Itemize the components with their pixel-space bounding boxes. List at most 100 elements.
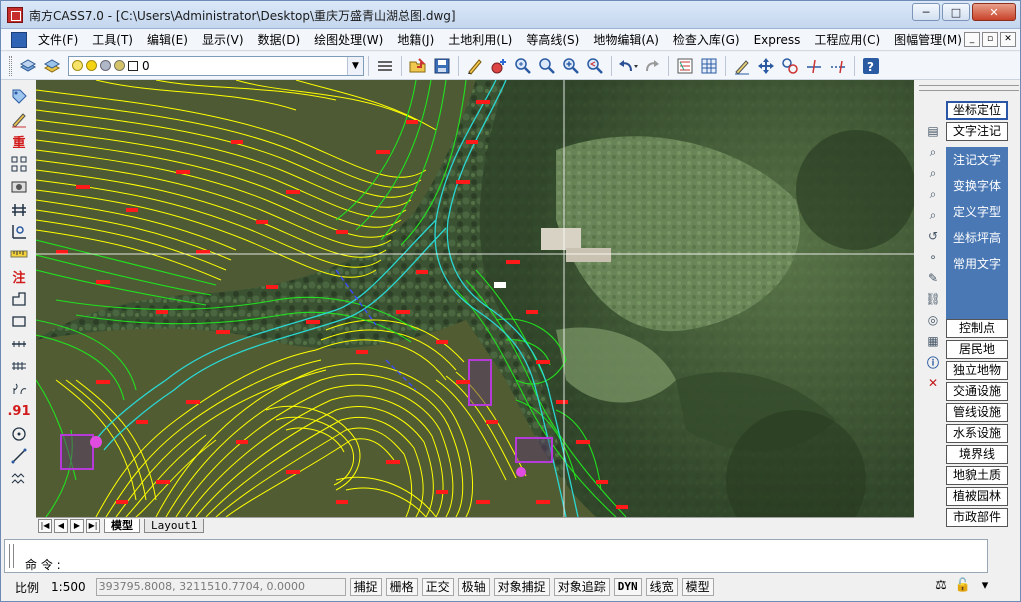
vegetation-button[interactable]: 植被园林	[946, 487, 1008, 506]
tower-icon[interactable]	[7, 198, 31, 220]
submenu-item-coord-height[interactable]: 坐标坪高	[946, 225, 1008, 251]
pipeline-button[interactable]: 管线设施	[946, 403, 1008, 422]
annotation-scale-icon[interactable]: ⚖	[932, 577, 950, 595]
calculator-icon[interactable]: ▦	[923, 331, 943, 351]
fence-icon[interactable]	[7, 333, 31, 355]
layer-state-icon[interactable]	[41, 55, 63, 77]
model-toggle[interactable]: 模型	[681, 578, 714, 596]
trim-line-icon[interactable]	[803, 55, 825, 77]
dyn-toggle[interactable]: DYN	[613, 578, 642, 596]
line-segment-icon[interactable]	[7, 445, 31, 467]
redo-icon[interactable]	[641, 55, 663, 77]
save-icon[interactable]	[431, 55, 453, 77]
command-grip[interactable]	[9, 544, 14, 568]
lineweight-toggle[interactable]: 线宽	[645, 578, 678, 596]
edit-pen-icon[interactable]	[731, 55, 753, 77]
info-icon[interactable]: ⓘ	[923, 352, 943, 372]
lock-open-icon[interactable]	[100, 60, 111, 71]
layer-manager-icon[interactable]	[17, 55, 39, 77]
target-icon[interactable]: ◎	[923, 310, 943, 330]
zoom-all-icon[interactable]: ⌕	[923, 205, 943, 225]
elevation-point-button[interactable]: .91	[7, 400, 31, 422]
chevron-down-icon[interactable]: ▼	[347, 56, 363, 75]
layer-select[interactable]: 0 ▼	[68, 55, 364, 76]
water-button[interactable]: 水系设施	[946, 424, 1008, 443]
menu-engineering[interactable]: 工程应用(C)	[807, 30, 887, 50]
menu-express[interactable]: Express	[747, 30, 808, 50]
lock-icon[interactable]: 🔓	[954, 577, 972, 595]
zoom-extents-icon[interactable]: ⌕	[923, 163, 943, 183]
pan-icon[interactable]	[755, 55, 777, 77]
polyline-icon[interactable]	[7, 288, 31, 310]
independent-feature-button[interactable]: 独立地物	[946, 361, 1008, 380]
zoom-previous-icon[interactable]	[584, 55, 606, 77]
panel-grip[interactable]	[919, 85, 1019, 91]
brush-icon[interactable]: ✎	[923, 268, 943, 288]
municipal-button[interactable]: 市政部件	[946, 508, 1008, 527]
chain-icon[interactable]: ⛓	[923, 289, 943, 309]
zoom-realtime-icon[interactable]	[512, 55, 534, 77]
open-file-icon[interactable]	[407, 55, 429, 77]
tag-icon[interactable]	[7, 85, 31, 107]
zoom-prev-icon[interactable]: ↺	[923, 226, 943, 246]
otrack-toggle[interactable]: 对象追踪	[553, 578, 610, 596]
chevron-down-icon[interactable]: ▾	[976, 577, 994, 595]
camera-icon[interactable]	[7, 175, 31, 197]
add-point-icon[interactable]	[488, 55, 510, 77]
polar-toggle[interactable]: 极轴	[457, 578, 490, 596]
node-icon[interactable]: ∘	[923, 247, 943, 267]
toolbar-grip[interactable]	[9, 55, 12, 76]
pencil-icon[interactable]	[464, 55, 486, 77]
close-button[interactable]: ✕	[972, 3, 1016, 21]
ortho-toggle[interactable]: 正交	[421, 578, 454, 596]
boundary-button[interactable]: 境界线	[946, 445, 1008, 464]
delete-icon[interactable]: ✕	[923, 373, 943, 393]
layers-icon[interactable]: ▤	[923, 121, 943, 141]
railway-icon[interactable]	[7, 355, 31, 377]
tab-model[interactable]: 模型	[104, 518, 140, 533]
grid-toggle[interactable]: 栅格	[385, 578, 418, 596]
zoom-in-icon[interactable]	[560, 55, 582, 77]
extend-line-icon[interactable]	[827, 55, 849, 77]
tab-layout1[interactable]: Layout1	[144, 518, 205, 533]
menu-land-use[interactable]: 土地利用(L)	[441, 30, 519, 50]
menu-tools[interactable]: 工具(T)	[85, 30, 140, 50]
coord-locate-button[interactable]: 坐标定位	[946, 101, 1008, 120]
residence-button[interactable]: 居民地	[946, 340, 1008, 359]
osnap-toggle[interactable]: 对象捕捉	[493, 578, 550, 596]
next-tab-button[interactable]: ▶	[70, 518, 84, 533]
command-line[interactable]: 命 令 :	[4, 539, 988, 573]
zoom-icon[interactable]: ⌕	[923, 142, 943, 162]
maximize-button[interactable]: □	[942, 3, 970, 21]
submenu-item-change-font[interactable]: 变换字体	[946, 173, 1008, 199]
minimize-button[interactable]: ─	[912, 3, 940, 21]
wave-line-icon[interactable]	[7, 468, 31, 490]
menu-draw-process[interactable]: 绘图处理(W)	[307, 30, 390, 50]
coordinate-icon[interactable]	[7, 220, 31, 242]
rectangle-icon[interactable]	[7, 310, 31, 332]
undo-icon[interactable]	[617, 55, 639, 77]
bulb-on-icon[interactable]	[72, 60, 83, 71]
snap-toggle[interactable]: 捕捉	[349, 578, 382, 596]
menu-contour[interactable]: 等高线(S)	[519, 30, 586, 50]
first-tab-button[interactable]: |◀	[38, 518, 52, 533]
node-grid-icon[interactable]	[7, 153, 31, 175]
plot-icon[interactable]	[114, 60, 125, 71]
menu-data[interactable]: 数据(D)	[251, 30, 308, 50]
text-note-button[interactable]: 文字注记	[946, 122, 1008, 141]
menu-view[interactable]: 显示(V)	[195, 30, 251, 50]
submenu-item-note-text[interactable]: 注记文字	[946, 147, 1008, 173]
sun-icon[interactable]	[86, 60, 97, 71]
menu-cadastre[interactable]: 地籍(J)	[390, 30, 441, 50]
mdi-minimize-button[interactable]: _	[964, 32, 980, 47]
drawing-canvas[interactable]	[36, 80, 914, 517]
help-icon[interactable]: ?	[860, 55, 882, 77]
mdi-restore-button[interactable]: ▫	[982, 32, 998, 47]
annotate-button[interactable]: 注	[7, 265, 31, 287]
pen-draw-icon[interactable]	[7, 108, 31, 130]
mdi-close-button[interactable]: ✕	[1000, 32, 1016, 47]
target-point-icon[interactable]	[7, 423, 31, 445]
linetype-icon[interactable]	[374, 55, 396, 77]
submenu-item-common-text[interactable]: 常用文字	[946, 251, 1008, 277]
scale-value[interactable]: 1:500	[51, 580, 86, 594]
